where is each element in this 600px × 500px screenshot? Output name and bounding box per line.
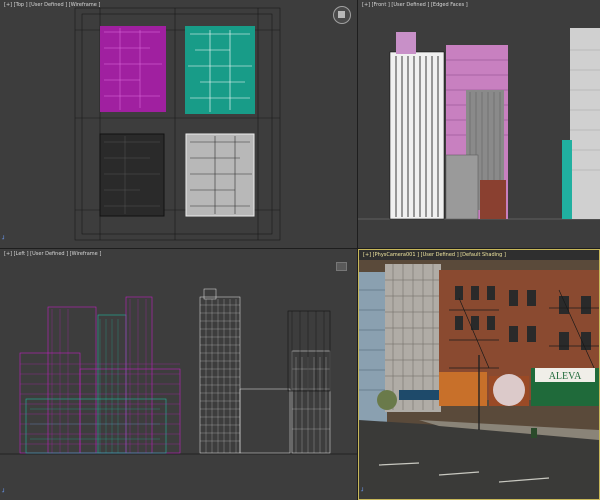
aleva-sign-text: ALEVA <box>549 371 582 382</box>
left-view-drawing <box>0 288 357 455</box>
axis-tripod-icon: ┘ <box>361 488 365 495</box>
axis-tripod-icon: ┘ <box>2 489 6 496</box>
block-plan-teal <box>185 26 255 114</box>
building-brick <box>480 180 506 219</box>
front-view-drawing <box>358 28 600 220</box>
block-plan-magenta <box>100 26 166 112</box>
viewport-grid: [+] [Top ] [User Defined ] [Wireframe ] <box>0 0 600 500</box>
camera-render: ALEVA <box>359 260 599 499</box>
viewport-label-front[interactable]: [+] [Front ] [User Defined ] [Edged Face… <box>362 2 468 8</box>
viewport-label-left[interactable]: [+] [Left ] [User Defined ] [Wireframe ] <box>4 251 101 257</box>
block-plan-white <box>185 133 255 217</box>
building-teal-strip <box>562 140 572 219</box>
viewport-top[interactable]: [+] [Top ] [User Defined ] [Wireframe ] <box>0 0 357 248</box>
viewport-label-top[interactable]: [+] [Top ] [User Defined ] [Wireframe ] <box>4 2 100 8</box>
awning-blue <box>399 390 439 400</box>
top-view-drawing <box>74 7 281 241</box>
building-top-crown <box>396 32 416 54</box>
trash-bin <box>531 428 537 438</box>
viewport-camera[interactable]: [+] [PhysCamera001 ] [User Defined ] [De… <box>358 249 600 500</box>
wire-magenta-left <box>19 352 81 454</box>
building-lowrise <box>445 154 479 220</box>
blossom-tree <box>493 374 525 406</box>
block-plan-black <box>99 133 165 217</box>
building-right <box>570 28 600 219</box>
viewport-label-camera[interactable]: [+] [PhysCamera001 ] [User Defined ] [De… <box>363 252 506 258</box>
building-white-tower <box>389 51 445 220</box>
axis-tripod-icon: ┘ <box>2 236 6 243</box>
storefront-orange <box>439 372 487 406</box>
viewport-front[interactable]: [+] [Front ] [User Defined ] [Edged Face… <box>358 0 600 248</box>
street-tree <box>377 390 397 410</box>
viewport-left[interactable]: [+] [Left ] [User Defined ] [Wireframe ] <box>0 249 357 500</box>
